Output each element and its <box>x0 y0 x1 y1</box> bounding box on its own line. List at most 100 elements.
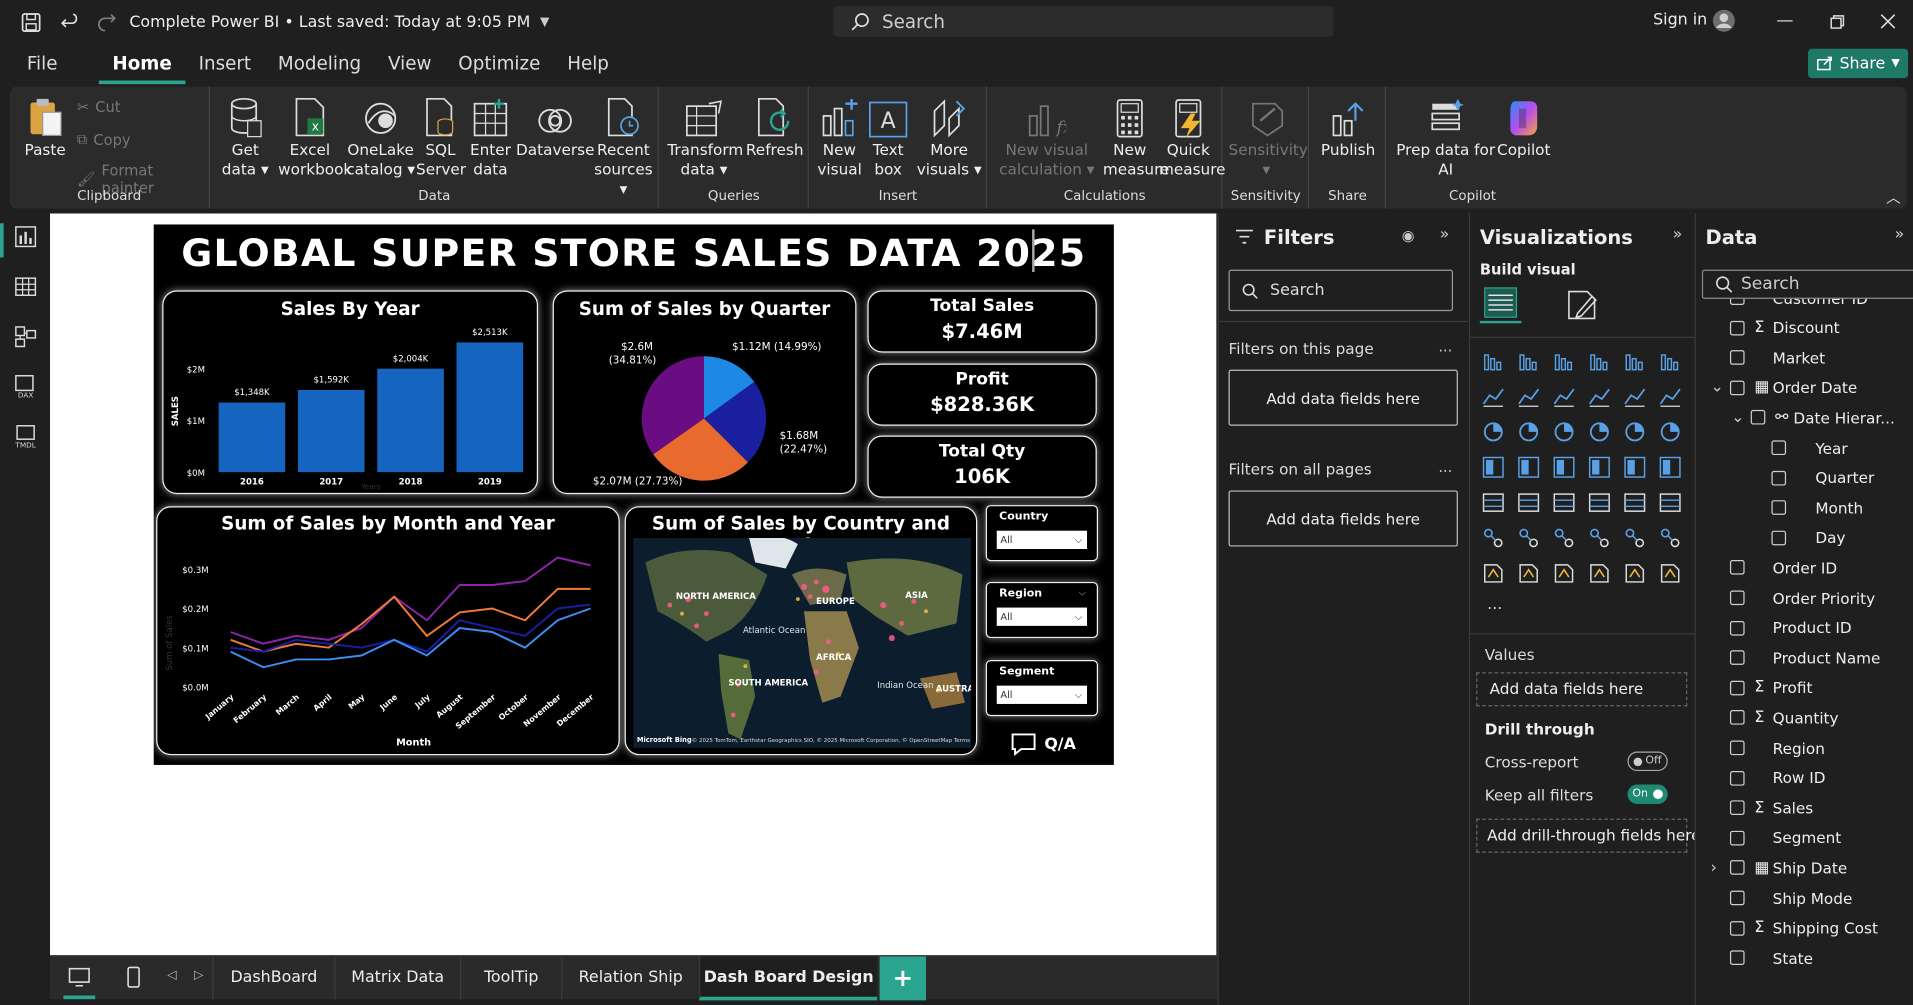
field-item[interactable]: Segment <box>1729 823 1841 852</box>
slicer-dropdown[interactable]: All ⌵ <box>996 530 1088 549</box>
collapse-ribbon-icon[interactable]: ︿ <box>1886 187 1901 208</box>
tab-dashboard[interactable]: DashBoard <box>212 956 334 1001</box>
new-visual-button[interactable]: New visual <box>817 94 862 179</box>
data-search-input[interactable]: Search <box>1701 269 1913 299</box>
stacked-area-icon[interactable] <box>1551 383 1578 410</box>
scroll-left-icon[interactable]: ◁ <box>167 969 176 982</box>
field-item[interactable]: Year <box>1771 433 1848 462</box>
publish-button[interactable]: Publish <box>1318 94 1379 160</box>
sales-by-quarter-card[interactable]: Sum of Sales by Quarter $1.12M (14.99%) $… <box>552 290 857 495</box>
menu-file[interactable]: File <box>13 45 70 84</box>
azure-map-icon[interactable] <box>1586 454 1613 481</box>
sign-in-button[interactable]: Sign in <box>1653 11 1707 29</box>
donut-icon[interactable] <box>1657 418 1684 445</box>
field-checkbox[interactable] <box>1729 650 1745 666</box>
card-icon[interactable] <box>1657 454 1684 481</box>
sensitivity-button[interactable]: Sensitivity ▾ <box>1229 94 1308 179</box>
slicer-dropdown[interactable]: All ⌵ <box>996 607 1088 626</box>
dataverse-button[interactable]: Dataverse <box>516 94 594 160</box>
field-item[interactable]: Σ Discount <box>1729 313 1840 342</box>
power-automate-icon[interactable] <box>1551 560 1578 587</box>
clustered-column-icon[interactable] <box>1586 348 1613 375</box>
more-visuals-button[interactable]: More visuals ▾ <box>915 94 983 179</box>
clustered-bar-icon[interactable] <box>1551 348 1578 375</box>
field-item[interactable]: ⌄ ⚯ Date Hierar... <box>1731 403 1895 432</box>
mobile-layout-icon[interactable] <box>127 966 140 988</box>
field-checkbox[interactable] <box>1729 560 1745 576</box>
kpi-total-sales[interactable]: Total Sales $7.46M <box>867 290 1097 353</box>
dax-query-view-icon[interactable]: DAX <box>10 371 42 403</box>
field-checkbox[interactable] <box>1729 740 1745 756</box>
field-item[interactable]: Σ Shipping Cost <box>1729 913 1878 942</box>
slicer-segment[interactable]: Segment All ⌵ <box>985 660 1098 717</box>
slicer-country[interactable]: Country All ⌵ <box>985 505 1098 562</box>
field-item[interactable]: ⌄ ▦ Order Date <box>1710 373 1857 402</box>
collapse-data-icon[interactable]: » <box>1895 226 1905 244</box>
treemap-icon[interactable] <box>1480 454 1507 481</box>
line-icon[interactable] <box>1480 383 1507 410</box>
field-checkbox[interactable] <box>1771 440 1787 456</box>
chevron-down-icon[interactable]: ⌄ <box>1710 379 1723 397</box>
new-visual-calculation-button[interactable]: fx New visual calculation ▾ <box>998 94 1096 179</box>
cut-button[interactable]: ✂ Cut <box>77 99 121 116</box>
desktop-layout-icon[interactable] <box>68 967 90 987</box>
scroll-right-icon[interactable]: ▷ <box>194 969 203 982</box>
copy-button[interactable]: ⧉ Copy <box>77 131 131 149</box>
field-item[interactable]: Month <box>1771 493 1863 522</box>
r-visual-icon[interactable] <box>1657 489 1684 516</box>
collapse-filters-icon[interactable]: » <box>1440 226 1450 244</box>
transform-data-button[interactable]: Transform data ▾ <box>667 94 743 179</box>
power-apps-icon[interactable] <box>1515 560 1542 587</box>
field-item[interactable]: Row ID <box>1729 763 1825 792</box>
save-icon[interactable] <box>17 9 44 36</box>
menu-modeling[interactable]: Modeling <box>265 45 375 84</box>
quick-measure-button[interactable]: Quick measure <box>1159 94 1226 179</box>
field-checkbox[interactable] <box>1729 860 1745 876</box>
field-checkbox[interactable] <box>1729 830 1745 846</box>
add-page-button[interactable]: + <box>879 956 926 1001</box>
100-bar-icon[interactable] <box>1621 348 1648 375</box>
keep-all-filters-toggle[interactable]: On <box>1627 784 1668 804</box>
map-icon[interactable] <box>1515 454 1542 481</box>
redo-icon[interactable] <box>93 9 120 36</box>
field-item[interactable]: › ▦ Ship Date <box>1710 853 1847 882</box>
paste-button[interactable]: Paste <box>20 94 71 160</box>
menu-help[interactable]: Help <box>554 45 623 84</box>
field-item[interactable]: Order Priority <box>1729 583 1875 612</box>
build-visual-tab[interactable] <box>1479 284 1522 324</box>
excel-workbook-button[interactable]: x Excel workbook <box>278 94 352 179</box>
field-item[interactable]: Ship Mode <box>1729 883 1852 912</box>
field-checkbox[interactable] <box>1729 590 1745 606</box>
field-item[interactable]: Σ Profit <box>1729 673 1812 702</box>
field-item[interactable]: Order ID <box>1729 553 1837 582</box>
tab-relation-ship[interactable]: Relation Ship <box>561 956 699 1001</box>
filters-this-page-dropzone[interactable]: Add data fields here <box>1228 369 1458 426</box>
stacked-bar-icon[interactable] <box>1480 348 1507 375</box>
field-checkbox[interactable] <box>1729 800 1745 816</box>
field-item[interactable]: State <box>1729 943 1813 972</box>
line-column-icon[interactable] <box>1621 383 1648 410</box>
field-checkbox[interactable] <box>1771 470 1787 486</box>
field-checkbox[interactable] <box>1729 890 1745 906</box>
decomp-tree-icon[interactable] <box>1551 525 1578 552</box>
field-checkbox[interactable] <box>1729 350 1745 366</box>
cross-report-toggle[interactable]: Off <box>1627 751 1668 772</box>
kpi-total-qty[interactable]: Total Qty 106K <box>867 435 1097 498</box>
chevron-down-icon[interactable]: ▼ <box>540 16 549 29</box>
field-item[interactable]: Product Name <box>1729 643 1880 672</box>
field-item[interactable]: Region <box>1729 733 1825 762</box>
field-checkbox[interactable] <box>1771 500 1787 516</box>
new-measure-button[interactable]: New measure <box>1103 94 1169 179</box>
sales-by-month-card[interactable]: Sum of Sales by Month and Year Sum of Sa… <box>156 506 620 756</box>
smart-narrative-icon[interactable] <box>1586 560 1613 587</box>
model-view-icon[interactable] <box>10 321 42 353</box>
world-map[interactable]: NORTH AMERICA EUROPE ASIA Atlantic Ocean… <box>633 538 972 748</box>
field-item[interactable]: Customer ID <box>1729 298 1868 312</box>
tab-dash-board-design[interactable]: Dash Board Design <box>699 956 878 1001</box>
chevron-right-icon[interactable]: › <box>1710 859 1716 877</box>
undo-icon[interactable] <box>56 9 83 36</box>
menu-home[interactable]: Home <box>98 45 186 85</box>
area-icon[interactable] <box>1515 383 1542 410</box>
field-checkbox[interactable] <box>1729 380 1745 396</box>
get-data-button[interactable]: Get data ▾ <box>218 94 272 179</box>
